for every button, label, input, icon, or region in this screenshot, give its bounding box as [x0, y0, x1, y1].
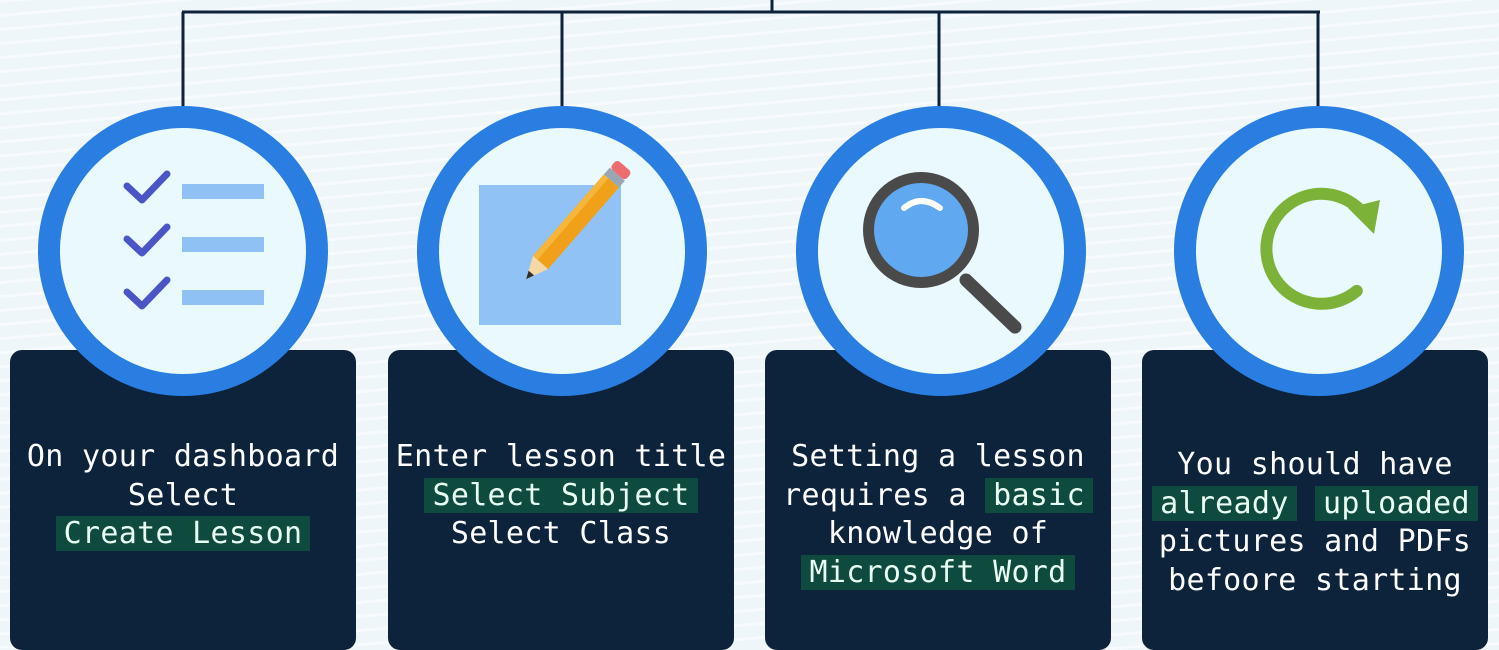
step-1-line-1: On your dashboard [10, 438, 356, 477]
highlighted-text: Select Subject [424, 477, 698, 513]
step-3-line-4: Microsoft Word [765, 554, 1111, 593]
step-4-text: You should have already uploaded picture… [1142, 446, 1488, 600]
step-4-line-3: pictures and PDFs [1142, 523, 1488, 562]
text-segment: Select Class [450, 516, 672, 551]
text-segment: pictures and PDFs [1158, 524, 1472, 559]
step-1-line-2: Select [10, 477, 356, 516]
checklist-icon [123, 170, 264, 310]
step-2-circle [417, 106, 707, 396]
text-segment: knowledge of [827, 516, 1049, 551]
step-4-line-2: already uploaded [1142, 485, 1488, 524]
step-2-line-3: Select Class [388, 515, 734, 554]
text-segment [1297, 486, 1315, 521]
step-3-text: Setting a lesson requires a basic knowle… [765, 438, 1111, 592]
highlighted-text: basic [985, 477, 1093, 513]
text-segment: Select [127, 477, 239, 513]
text-segment: befoore starting [1168, 562, 1462, 598]
step-3-line-1: Setting a lesson [765, 438, 1111, 477]
step-3-line-3: knowledge of [765, 515, 1111, 554]
step-3-line-2: requires a basic [765, 477, 1111, 516]
step-4-line-1: You should have [1142, 446, 1488, 485]
step-4-line-4: befoore starting [1142, 562, 1488, 601]
step-2-text: Enter lesson title Select Subject Select… [388, 438, 734, 554]
text-segment: Enter lesson title [395, 439, 727, 474]
step-3-circle [796, 106, 1086, 396]
step-1-circle [38, 106, 328, 396]
highlighted-text: uploaded [1315, 485, 1478, 521]
text-segment: You should have [1177, 447, 1453, 482]
highlighted-text: Microsoft Word [801, 554, 1075, 590]
text-segment: requires a [783, 477, 986, 513]
text-segment: On your dashboard [26, 439, 340, 474]
refresh-icon [1260, 187, 1380, 310]
pencil-icon [479, 160, 631, 325]
step-1-text: On your dashboard Select Create Lesson [10, 438, 356, 554]
text-segment: Setting a lesson [791, 439, 1085, 474]
step-1-line-3: Create Lesson [10, 515, 356, 554]
magnifier-icon [863, 172, 1022, 334]
highlighted-text: already [1152, 485, 1297, 521]
step-4-circle [1174, 106, 1464, 396]
highlighted-text: Create Lesson [55, 516, 311, 551]
step-2-line-1: Enter lesson title [388, 438, 734, 477]
step-2-line-2: Select Subject [388, 477, 734, 516]
